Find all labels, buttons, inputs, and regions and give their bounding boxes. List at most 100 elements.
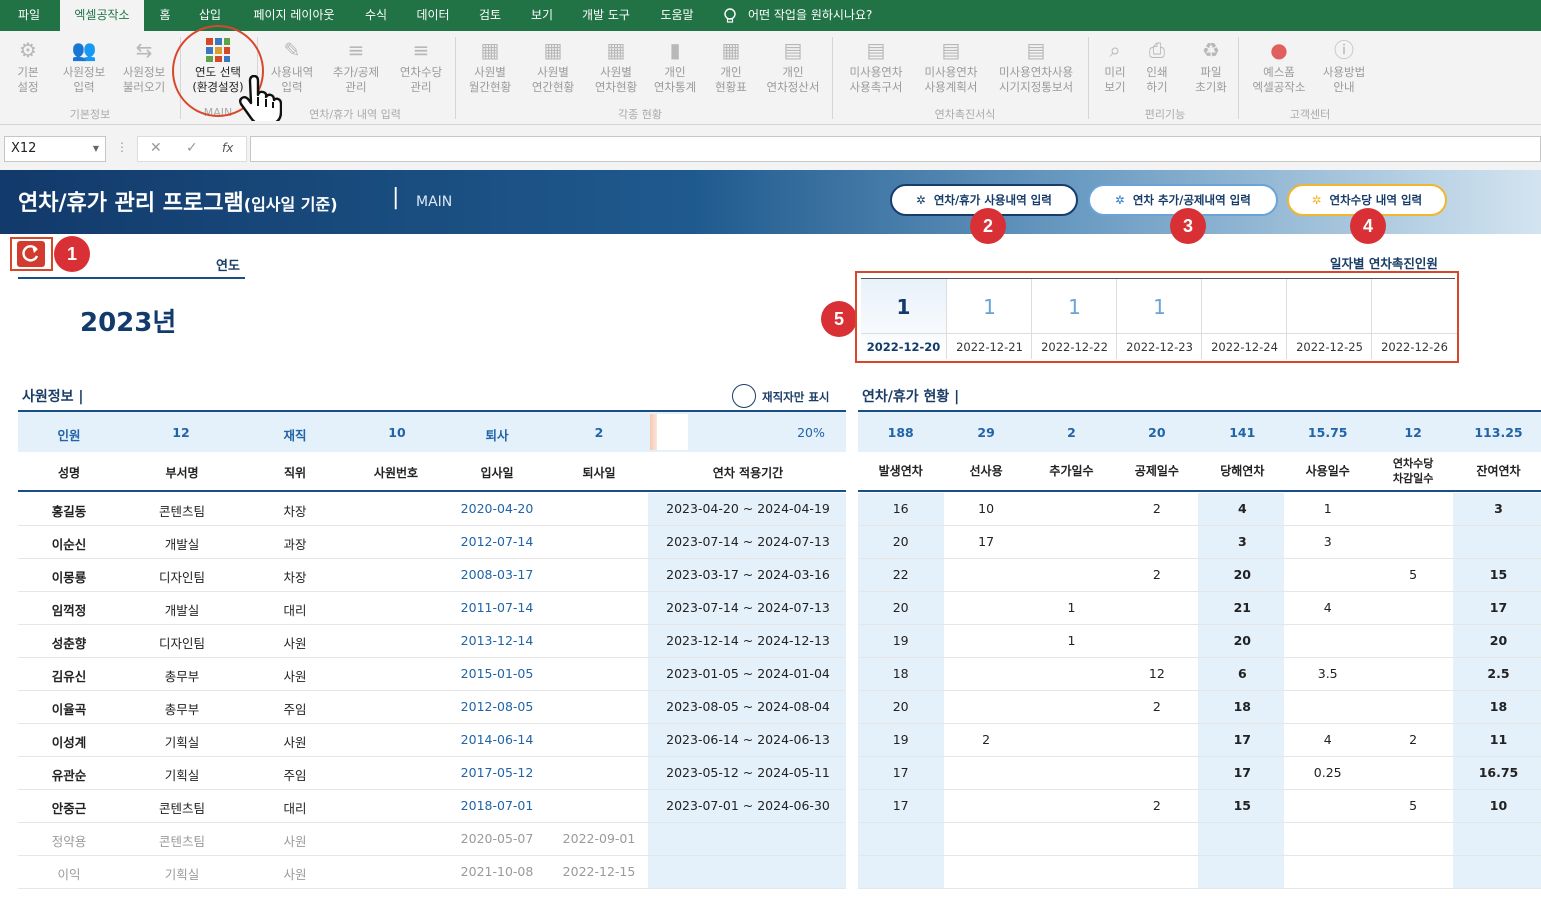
table-row[interactable]: 유관순 기획실 주임 2017-05-12 2023-05-12 ~ 2024-05-1… — [18, 757, 846, 790]
ribbon-label-line1: 예스폼 — [1263, 65, 1295, 79]
ribbon-button-17[interactable]: ⌕ 미리 보기 — [1095, 37, 1135, 95]
table-row[interactable]: 이성계 기획실 사원 2014-06-14 2023-06-14 ~ 2024-06-1… — [18, 724, 846, 757]
more-options-icon[interactable]: ⋮ — [116, 140, 128, 154]
confirm-icon[interactable]: ✓ — [186, 140, 198, 156]
ribbon-button-15[interactable]: ▤ 미사용연차 사용계획서 — [913, 37, 989, 95]
leave-header: 발생연차 선사용 추가일수 공제일수 당해연차 사용일수 연차수당 차감일수 잔여연차 — [858, 452, 1541, 492]
promo-day-6[interactable]: 2022-12-25 — [1286, 279, 1372, 359]
table-row[interactable]: 20 2 18 18 — [858, 691, 1541, 724]
callout-badge-3: 3 — [1170, 208, 1206, 244]
tab-view[interactable]: 보기 — [522, 0, 562, 31]
ribbon-button-11[interactable]: ▮ 개인 연차통계 — [650, 37, 700, 95]
table-row[interactable]: 20 17 3 3 — [858, 526, 1541, 559]
leave-cell: 18 — [892, 666, 909, 681]
hand-pointer-icon — [238, 74, 283, 126]
table-row[interactable]: 18 12 6 3.5 2.5 — [858, 658, 1541, 691]
ribbon-button-14[interactable]: ▤ 미사용연차 사용촉구서 — [838, 37, 914, 95]
table-row[interactable]: 19 1 20 20 — [858, 625, 1541, 658]
table-row[interactable]: 홍길동 콘텐츠팀 차장 2020-04-20 2023-04-20 ~ 2024-04-… — [18, 493, 846, 526]
click-icon: ✲ — [1311, 193, 1322, 207]
leave-header-col: 연차수당 차감일수 — [1392, 457, 1434, 485]
table-row[interactable]: 안중근 콘텐츠팀 대리 2018-07-01 2023-07-01 ~ 2024-06-… — [18, 790, 846, 823]
table-row[interactable]: 17 2 15 5 10 — [858, 790, 1541, 823]
employee-cell: 이율곡 — [51, 702, 87, 717]
table-row[interactable]: 성춘향 디자인팀 사원 2013-12-14 2023-12-14 ~ 2024-12-… — [18, 625, 846, 658]
table-row[interactable]: 이율곡 총무부 주임 2012-08-05 2023-08-05 ~ 2024-08-0… — [18, 691, 846, 724]
ribbon-label-line2: 하기 — [1146, 80, 1168, 94]
table-row[interactable]: 19 2 17 4 2 11 — [858, 724, 1541, 757]
tell-me-search[interactable]: 어떤 작업을 원하시나요? — [748, 0, 898, 31]
table-row[interactable] — [858, 823, 1541, 856]
ribbon-button-7[interactable]: ≡ 연차수당 관리 — [390, 37, 452, 95]
ribbon-label-line2: 초기화 — [1195, 80, 1227, 94]
name-box[interactable]: X12 ▼ — [4, 136, 106, 162]
table-row[interactable]: 22 2 20 5 15 — [858, 559, 1541, 592]
tab-file[interactable]: 파일 — [8, 0, 50, 31]
tab-review[interactable]: 검토 — [470, 0, 510, 31]
employee-cell: 이성계 — [51, 735, 87, 750]
ribbon-button-9[interactable]: ▦ 사원별 연간현황 — [523, 37, 583, 95]
employee-cell: 개발실 — [164, 537, 200, 552]
table-row[interactable]: 이익 기획실 사원 2021-10-08 2022-12-15 — [18, 856, 846, 889]
active-only-toggle[interactable] — [732, 384, 756, 408]
promo-day-5[interactable]: 2022-12-24 — [1201, 279, 1287, 359]
table-row[interactable]: 이몽룡 디자인팀 차장 2008-03-17 2023-03-17 ~ 2024-03-… — [18, 559, 846, 592]
ribbon-label-line1: 미사용연차 — [849, 65, 903, 79]
ribbon-button-19[interactable]: ♻ 파일 초기화 — [1185, 37, 1237, 95]
ribbon-label-line2: 안내 — [1333, 80, 1355, 94]
employee-cell: 안중근 — [51, 801, 87, 816]
employee-cell: 2023-07-01 ~ 2024-06-30 — [666, 798, 830, 813]
function-icon[interactable]: fx — [222, 141, 233, 155]
tab-help[interactable]: 도움말 — [652, 0, 702, 31]
ribbon-label-line1: 기본 — [17, 65, 39, 79]
table-row[interactable]: 16 10 2 4 1 3 — [858, 493, 1541, 526]
table-row[interactable]: 이순신 개발실 과장 2012-07-14 2023-07-14 ~ 2024-07-1… — [18, 526, 846, 559]
leave-table: 16 10 2 4 1 3 20 17 3 3 22 2 20 5 15 20 1 21 4 17 19 1 20 20 18 1… — [858, 493, 1541, 889]
leave-cell: 6 — [1237, 666, 1247, 681]
table-row[interactable]: 17 17 0.25 16.75 — [858, 757, 1541, 790]
ribbon-button-21[interactable]: ⓘ 사용방법 안내 — [1313, 37, 1375, 95]
leave-cell: 20 — [1233, 567, 1251, 582]
employee-cell: 2012-07-14 — [460, 534, 534, 549]
tab-formulas[interactable]: 수식 — [356, 0, 396, 31]
promo-day-7[interactable]: 2022-12-26 — [1371, 279, 1457, 359]
ribbon-button-2[interactable]: 👥 사원정보 입력 — [55, 37, 113, 95]
leave-adjust-label: 연차 추가/공제내역 입력 — [1132, 193, 1251, 207]
employee-header-col: 성명 — [57, 466, 81, 480]
tab-page-layout[interactable]: 페이지 레이아웃 — [244, 0, 344, 31]
table-row[interactable]: 20 1 21 4 17 — [858, 592, 1541, 625]
ribbon-button-13[interactable]: ▤ 개인 연차정산서 — [758, 37, 828, 95]
employee-cell: 주임 — [283, 768, 307, 783]
ribbon-button-1[interactable]: ⚙ 기본 설정 — [8, 37, 48, 95]
ribbon-button-6[interactable]: ≡ 추가/공제 관리 — [325, 37, 387, 95]
ribbon-button-10[interactable]: ▦ 사원별 연차현황 — [588, 37, 644, 95]
promo-day-3[interactable]: 1 2022-12-22 — [1031, 279, 1117, 359]
chevron-down-icon[interactable]: ▼ — [93, 137, 99, 161]
table-row[interactable]: 정약용 콘텐츠팀 사원 2020-05-07 2022-09-01 — [18, 823, 846, 856]
ribbon-label-line1: 사용방법 — [1322, 65, 1366, 79]
cancel-icon[interactable]: ✕ — [150, 140, 162, 156]
tab-home[interactable]: 홈 — [150, 0, 180, 31]
promo-day-2[interactable]: 1 2022-12-21 — [946, 279, 1032, 359]
formula-input[interactable] — [250, 136, 1541, 162]
tab-data[interactable]: 데이터 — [408, 0, 458, 31]
ribbon-button-12[interactable]: ▦ 개인 현황표 — [707, 37, 755, 95]
employee-header-col: 연차 적용기간 — [712, 466, 784, 480]
ribbon-button-20[interactable]: ● 예스폼 엑셀공작소 — [1243, 37, 1315, 95]
ribbon-button-3[interactable]: ⇆ 사원정보 불러오기 — [112, 37, 176, 95]
promo-day-1[interactable]: 1 2022-12-20 — [861, 279, 946, 359]
promo-day-4[interactable]: 1 2022-12-23 — [1116, 279, 1202, 359]
ribbon-button-18[interactable]: ⎙ 인쇄 하기 — [1135, 37, 1179, 95]
ribbon-icon: ▤ — [1026, 38, 1046, 62]
table-row[interactable] — [858, 856, 1541, 889]
leave-cell: 21 — [1233, 600, 1251, 615]
promotion-table: 1 2022-12-20 1 2022-12-21 1 2022-12-22 1 2022-1… — [861, 278, 1457, 359]
ribbon-button-16[interactable]: ▤ 미사용연차사용 시기지정통보서 — [988, 37, 1084, 95]
tab-excel-workshop[interactable]: 엑셀공작소 — [60, 0, 144, 31]
table-row[interactable]: 임꺽정 개발실 대리 2011-07-14 2023-07-14 ~ 2024-07-1… — [18, 592, 846, 625]
table-row[interactable]: 김유신 총무부 사원 2015-01-05 2023-01-05 ~ 2024-01-0… — [18, 658, 846, 691]
cell-reference: X12 — [11, 141, 37, 156]
ribbon-button-8[interactable]: ▦ 사원별 월간현황 — [460, 37, 520, 95]
tab-developer[interactable]: 개발 도구 — [574, 0, 638, 31]
year-value[interactable]: 2023년 — [80, 302, 176, 339]
